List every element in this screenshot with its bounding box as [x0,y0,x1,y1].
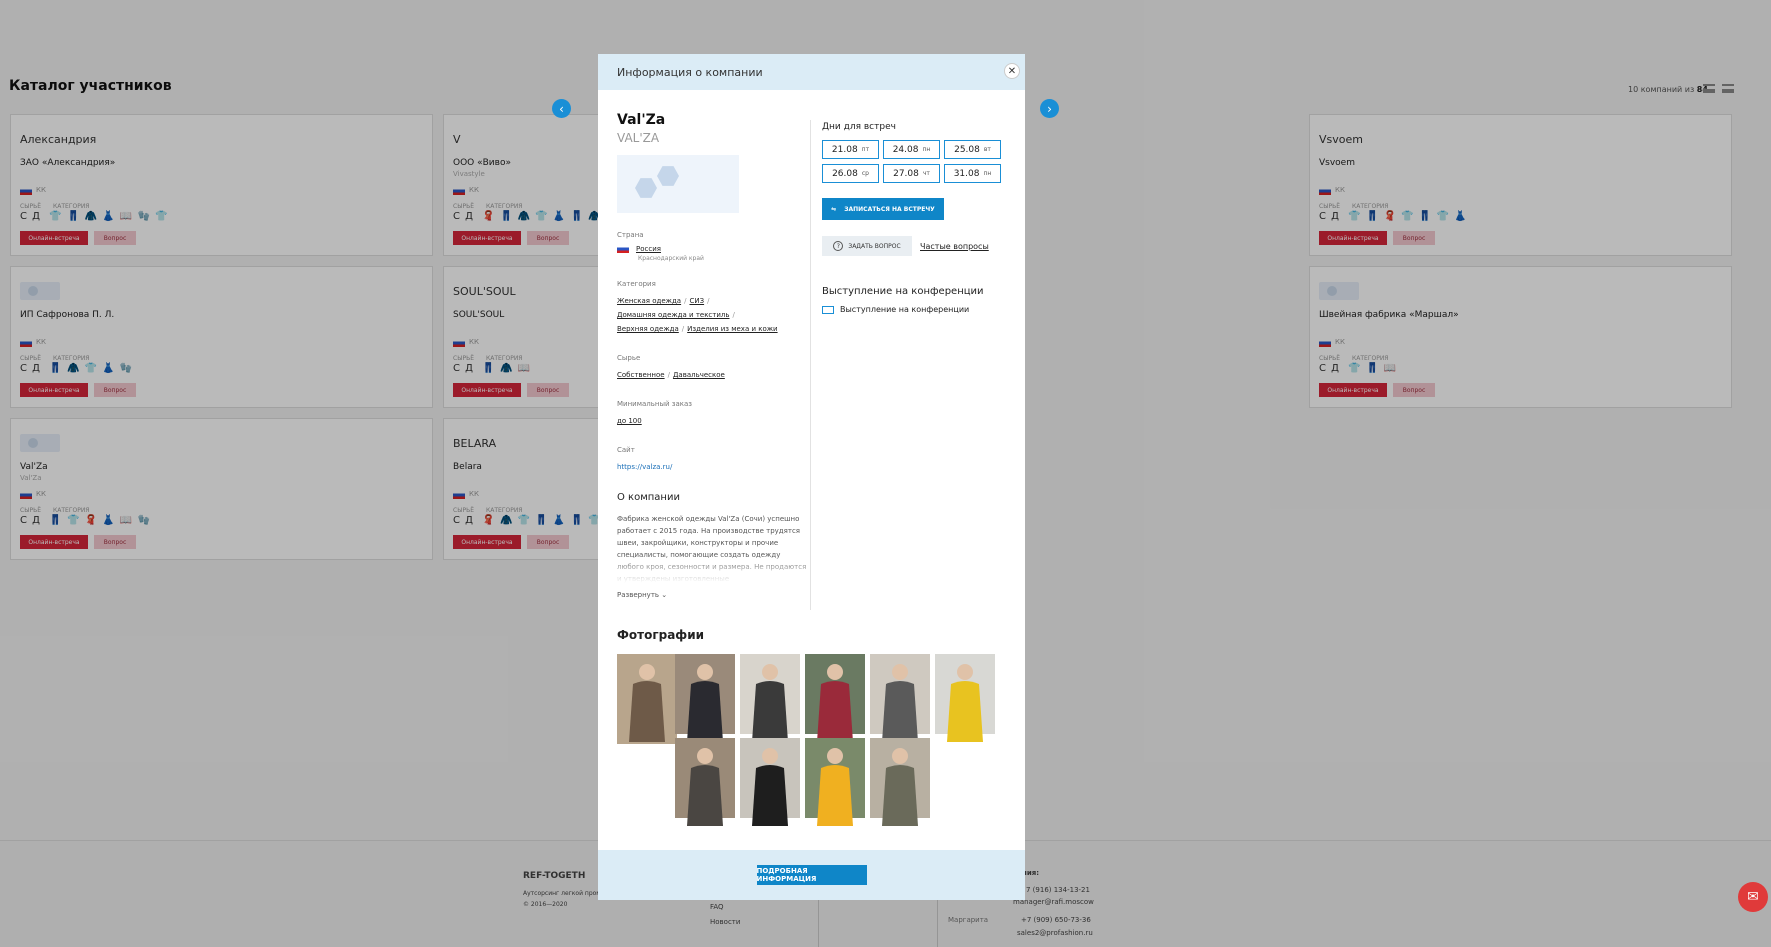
video-camera-icon [822,305,834,314]
modal-title: Информация о компании [617,65,763,79]
expand-button[interactable]: Развернуть ⌄ [617,591,807,599]
faq-link[interactable]: Частые вопросы [920,242,989,251]
modal-footer: ПОДРОБНАЯ ИНФОРМАЦИЯ [598,850,1025,900]
date-button[interactable]: 24.08 пн [883,140,940,159]
person-photo [947,664,983,742]
close-button[interactable]: ✕ [1004,63,1020,79]
about-title: О компании [617,492,680,503]
question-icon: ? [833,241,844,251]
raw-link[interactable]: Собственное [617,371,665,379]
photo-thumbnail[interactable] [740,738,800,826]
days-title: Дни для встреч [822,122,896,132]
site-link[interactable]: https://valza.ru/ [617,463,672,471]
country-label: Страна [617,231,644,239]
next-arrow-button[interactable]: › [1040,99,1059,118]
russia-flag-icon [617,245,629,253]
min-order-value: до 100 [617,414,807,428]
min-order-label: Минимальный заказ [617,400,693,408]
meeting-panel: Дни для встреч 21.08 пт 24.08 пн 25.08 вт 26.0… [822,122,1012,314]
more-info-button[interactable]: ПОДРОБНАЯ ИНФОРМАЦИЯ [756,865,867,885]
site-value: https://valza.ru/ [617,460,807,474]
chevron-left-icon: ‹ [559,101,564,116]
date-button[interactable]: 27.08 чт [883,164,940,183]
person-photo [687,748,723,826]
raw-link[interactable]: Давальческое [673,371,725,379]
person-photo [817,664,853,742]
photo-thumbnail[interactable] [870,738,930,826]
region: Краснодарский край [638,255,704,262]
date-button[interactable]: 25.08 вт [944,140,1001,159]
modal-divider [810,120,811,610]
category-link[interactable]: СИЗ [689,297,704,305]
company-details: Val'Za VAL'ZA Страна Россия Краснодарски… [617,112,807,599]
person-photo [882,664,918,742]
photo-thumbnail[interactable] [870,654,930,742]
photo-thumbnail[interactable] [675,738,735,826]
raw-list: Собственное / Давальческое [617,371,725,379]
photo-thumbnail[interactable] [935,654,995,742]
ask-question-button[interactable]: ? ЗАДАТЬ ВОПРОС [822,236,912,256]
chevron-down-icon: ⌄ [661,591,668,599]
conference-link[interactable]: Выступление на конференции [822,305,1012,314]
photo-thumbnail[interactable] [740,654,800,742]
category-link[interactable]: Домашняя одежда и текстиль [617,311,730,319]
person-photo [752,748,788,826]
person-photo [752,664,788,742]
raw-label: Сырье [617,354,641,362]
company-subtitle: VAL'ZA [617,131,660,145]
person-photo [687,664,723,742]
close-icon: ✕ [1007,65,1017,77]
category-link[interactable]: Изделия из меха и кожи [687,325,777,333]
photo-thumbnail[interactable] [617,654,677,744]
min-order-link[interactable]: до 100 [617,417,642,425]
conference-title: Выступление на конференции [822,286,984,297]
person-photo [629,664,665,742]
photos-title: Фотографии [617,628,705,642]
handshake-icon: ⇋ [831,205,837,213]
date-button[interactable]: 31.08 пн [944,164,1001,183]
prev-arrow-button[interactable]: ‹ [552,99,571,118]
chat-button[interactable]: ✉ [1738,882,1768,912]
date-button[interactable]: 21.08 пт [822,140,879,159]
photo-thumbnail[interactable] [805,654,865,742]
site-label: Сайт [617,446,635,454]
country-link[interactable]: Россия [636,245,661,253]
company-info-modal: Информация о компании ✕ Val'Za VAL'ZA Ст… [598,54,1025,900]
person-photo [817,748,853,826]
ask-row: ? ЗАДАТЬ ВОПРОС Частые вопросы [822,236,1012,256]
photo-thumbnail[interactable] [805,738,865,826]
country-value: Россия [617,243,807,255]
category-label: Категория [617,280,656,288]
chat-icon: ✉ [1747,889,1759,905]
company-logo-placeholder [617,155,739,213]
signup-meeting-button[interactable]: ⇋ ЗАПИСАТЬСЯ НА ВСТРЕЧУ [822,198,944,220]
date-grid: 21.08 пт 24.08 пн 25.08 вт 26.08 ср 27.08 чт 31.08… [822,140,1012,183]
category-link[interactable]: Верхняя одежда [617,325,679,333]
chevron-right-icon: › [1047,101,1052,116]
about-text: Фабрика женской одежды Val'Za (Сочи) усп… [617,515,807,583]
category-list: Женская одежда / СИЗ / Домашняя одежда и те… [617,297,778,333]
category-link[interactable]: Женская одежда [617,297,681,305]
modal-header: Информация о компании ✕ [598,54,1025,90]
photo-thumbnail[interactable] [675,654,735,742]
person-photo [882,748,918,826]
company-name: Val'Za [617,112,666,128]
date-button[interactable]: 26.08 ср [822,164,879,183]
